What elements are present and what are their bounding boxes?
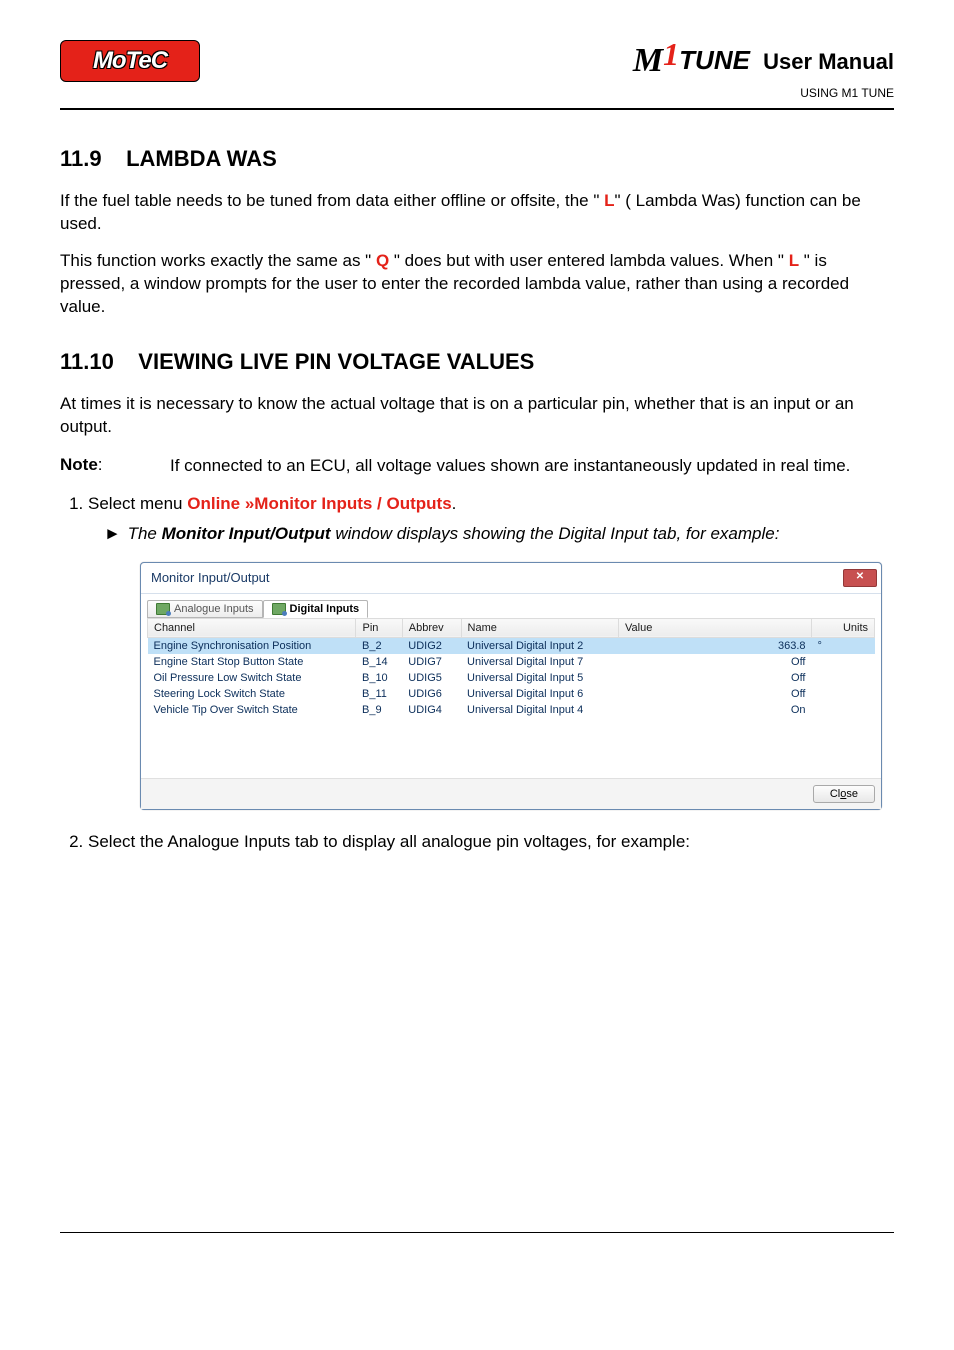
- key-l-2: L: [789, 251, 799, 270]
- text: This function works exactly the same as …: [60, 251, 376, 270]
- window-close-button[interactable]: ✕: [843, 569, 877, 587]
- table-empty-area: [141, 724, 881, 778]
- text: .: [452, 494, 457, 513]
- text: Cl: [830, 788, 840, 800]
- cell-pin: B_11: [356, 686, 402, 702]
- col-pin[interactable]: Pin: [356, 618, 402, 637]
- table-row[interactable]: Steering Lock Switch StateB_11UDIG6Unive…: [148, 686, 875, 702]
- cell-abbrev: UDIG7: [402, 654, 461, 670]
- cell-name: Universal Digital Input 5: [461, 670, 618, 686]
- cell-units: [812, 686, 875, 702]
- io-table: Channel Pin Abbrev Name Value Units Engi…: [147, 618, 875, 718]
- tab-strip: Analogue Inputs Digital Inputs: [141, 594, 881, 618]
- cell-name: Universal Digital Input 4: [461, 702, 618, 718]
- section-11-10-heading: 11.10 VIEWING LIVE PIN VOLTAGE VALUES: [60, 349, 894, 375]
- cell-pin: B_10: [356, 670, 402, 686]
- note-label-text: Note: [60, 455, 98, 474]
- header-subhead: USING M1 TUNE: [633, 86, 894, 100]
- cell-value: On: [619, 702, 812, 718]
- col-name[interactable]: Name: [461, 618, 618, 637]
- cell-channel: Vehicle Tip Over Switch State: [148, 702, 356, 718]
- col-value[interactable]: Value: [619, 618, 812, 637]
- note-block: Note: If connected to an ECU, all voltag…: [60, 455, 894, 478]
- brand-title: M1TUNE User Manual: [633, 40, 894, 80]
- brand-tune: TUNE: [679, 45, 750, 75]
- cell-value: Off: [619, 670, 812, 686]
- tab-digital-inputs[interactable]: Digital Inputs: [263, 600, 369, 618]
- cell-pin: B_9: [356, 702, 402, 718]
- cell-units: [812, 702, 875, 718]
- section-number: 11.10: [60, 349, 114, 374]
- col-channel[interactable]: Channel: [148, 618, 356, 637]
- step-1: Select menu Online »Monitor Inputs / Out…: [88, 494, 894, 514]
- cell-channel: Oil Pressure Low Switch State: [148, 670, 356, 686]
- note-text: If connected to an ECU, all voltage valu…: [170, 455, 894, 478]
- s2-paragraph-1: At times it is necessary to know the act…: [60, 393, 894, 439]
- key-q: Q: [376, 251, 389, 270]
- table-row[interactable]: Engine Synchronisation PositionB_2UDIG2U…: [148, 637, 875, 654]
- result-line: The Monitor Input/Output window displays…: [104, 524, 894, 544]
- cell-channel: Steering Lock Switch State: [148, 686, 356, 702]
- table-row[interactable]: Engine Start Stop Button StateB_14UDIG7U…: [148, 654, 875, 670]
- cell-name: Universal Digital Input 7: [461, 654, 618, 670]
- table-header-row: Channel Pin Abbrev Name Value Units: [148, 618, 875, 637]
- text: se: [846, 788, 858, 800]
- cell-name: Universal Digital Input 6: [461, 686, 618, 702]
- section-title: LAMBDA WAS: [126, 146, 277, 171]
- tab-label: Digital Inputs: [290, 603, 360, 615]
- cell-name: Universal Digital Input 2: [461, 637, 618, 654]
- text: If the fuel table needs to be tuned from…: [60, 191, 604, 210]
- close-button[interactable]: Close: [813, 785, 875, 803]
- tab-digital-icon: [272, 603, 286, 615]
- cell-units: [812, 654, 875, 670]
- monitor-io-dialog: Monitor Input/Output ✕ Analogue Inputs D…: [140, 562, 882, 810]
- s1-paragraph-2: This function works exactly the same as …: [60, 250, 894, 319]
- text: window displays showing the Digital Inpu…: [331, 524, 780, 543]
- dialog-titlebar: Monitor Input/Output ✕: [141, 563, 881, 594]
- cell-value: Off: [619, 654, 812, 670]
- cell-abbrev: UDIG2: [402, 637, 461, 654]
- s1-paragraph-1: If the fuel table needs to be tuned from…: [60, 190, 894, 236]
- cell-channel: Engine Start Stop Button State: [148, 654, 356, 670]
- cell-value: 363.8: [619, 637, 812, 654]
- cell-abbrev: UDIG6: [402, 686, 461, 702]
- header-right: M1TUNE User Manual USING M1 TUNE: [633, 40, 894, 100]
- cell-units: [812, 670, 875, 686]
- cell-abbrev: UDIG4: [402, 702, 461, 718]
- table-row[interactable]: Vehicle Tip Over Switch StateB_9UDIG4Uni…: [148, 702, 875, 718]
- cell-abbrev: UDIG5: [402, 670, 461, 686]
- tab-label: Analogue Inputs: [174, 603, 254, 615]
- text: " does but with user entered lambda valu…: [389, 251, 789, 270]
- window-name: Monitor Input/Output: [162, 524, 331, 543]
- menu-path: Online »Monitor Inputs / Outputs: [187, 494, 451, 513]
- cell-channel: Engine Synchronisation Position: [148, 637, 356, 654]
- text: Select menu: [88, 494, 187, 513]
- header-rule: [60, 108, 894, 110]
- cell-value: Off: [619, 686, 812, 702]
- dialog-button-bar: Close: [141, 778, 881, 809]
- brand-user-manual: User Manual: [763, 49, 894, 74]
- motec-logo: MoTeC: [60, 40, 200, 82]
- cell-pin: B_14: [356, 654, 402, 670]
- step-2: Select the Analogue Inputs tab to displa…: [88, 832, 894, 852]
- section-number: 11.9: [60, 146, 102, 171]
- key-l: L: [604, 191, 614, 210]
- col-units[interactable]: Units: [812, 618, 875, 637]
- cell-pin: B_2: [356, 637, 402, 654]
- brand-one: 1: [663, 36, 679, 73]
- text: The: [128, 524, 162, 543]
- note-label: Note:: [60, 455, 170, 478]
- brand-m: M: [633, 42, 663, 79]
- col-abbrev[interactable]: Abbrev: [402, 618, 461, 637]
- tab-analogue-icon: [156, 603, 170, 615]
- cell-units: °: [812, 637, 875, 654]
- logo-text: MoTeC: [93, 47, 167, 74]
- footer-rule: [60, 1232, 894, 1233]
- section-title: VIEWING LIVE PIN VOLTAGE VALUES: [138, 349, 534, 374]
- dialog-title: Monitor Input/Output: [151, 570, 270, 585]
- table-row[interactable]: Oil Pressure Low Switch StateB_10UDIG5Un…: [148, 670, 875, 686]
- section-11-9-heading: 11.9 LAMBDA WAS: [60, 146, 894, 172]
- page-header: MoTeC M1TUNE User Manual USING M1 TUNE: [60, 40, 894, 100]
- tab-analogue-inputs[interactable]: Analogue Inputs: [147, 600, 263, 618]
